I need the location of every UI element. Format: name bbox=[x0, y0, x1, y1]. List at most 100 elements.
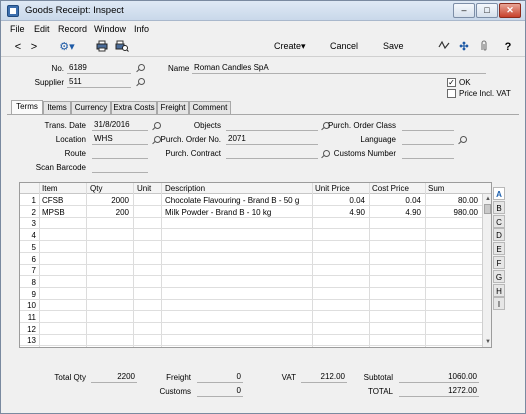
table-row[interactable]: 12 bbox=[20, 324, 491, 335]
cell-unit[interactable] bbox=[134, 265, 160, 276]
cell-cost-price[interactable] bbox=[369, 254, 423, 265]
table-row[interactable]: 13 bbox=[20, 335, 491, 347]
cell-description[interactable] bbox=[165, 300, 311, 311]
column-tab-g[interactable]: G bbox=[493, 269, 505, 283]
customs-number-field[interactable] bbox=[402, 148, 454, 159]
column-tab-c[interactable]: C bbox=[493, 214, 505, 228]
cell-qty[interactable] bbox=[86, 324, 131, 335]
grid-scrollbar[interactable]: ▲ ▼ bbox=[482, 194, 491, 347]
purch-contract-field[interactable] bbox=[226, 148, 318, 159]
cell-qty[interactable]: 2000 bbox=[86, 195, 131, 206]
menu-window[interactable]: Window bbox=[94, 24, 126, 34]
cell-unit[interactable] bbox=[134, 218, 160, 229]
language-field[interactable] bbox=[402, 134, 454, 145]
print-icon[interactable] bbox=[95, 40, 109, 54]
cell-description[interactable] bbox=[165, 218, 311, 229]
trans-date-lookup-icon[interactable] bbox=[154, 122, 161, 129]
cell-item[interactable]: CFSB bbox=[42, 195, 86, 206]
minimize-button[interactable]: – bbox=[453, 3, 475, 18]
cell-qty[interactable] bbox=[86, 230, 131, 241]
col-unit[interactable]: Unit bbox=[137, 184, 151, 193]
location-field[interactable]: WHS bbox=[92, 134, 148, 145]
cell-unit[interactable] bbox=[134, 324, 160, 335]
supplier-lookup-icon[interactable] bbox=[138, 78, 145, 85]
cell-qty[interactable] bbox=[86, 277, 131, 288]
column-tab-b[interactable]: B bbox=[493, 200, 505, 214]
col-item[interactable]: Item bbox=[42, 184, 58, 193]
cell-sum[interactable] bbox=[425, 312, 480, 323]
cell-unit-price[interactable] bbox=[312, 277, 367, 288]
table-row[interactable]: 5 bbox=[20, 242, 491, 253]
save-button[interactable]: Save bbox=[383, 41, 404, 51]
cell-unit-price[interactable] bbox=[312, 312, 367, 323]
table-row[interactable]: 6 bbox=[20, 254, 491, 265]
cell-unit[interactable] bbox=[134, 312, 160, 323]
cell-sum[interactable] bbox=[425, 265, 480, 276]
cell-unit-price[interactable]: 0.04 bbox=[312, 195, 367, 206]
scan-barcode-field[interactable] bbox=[92, 162, 148, 173]
activity-icon[interactable] bbox=[437, 40, 451, 54]
column-tab-f[interactable]: F bbox=[493, 256, 505, 269]
supplier-field[interactable]: 511 bbox=[67, 77, 131, 88]
cell-unit-price[interactable]: 4.90 bbox=[312, 207, 367, 218]
column-tab-h[interactable]: H bbox=[493, 283, 505, 297]
cell-unit-price[interactable] bbox=[312, 254, 367, 265]
cell-item[interactable] bbox=[42, 218, 86, 229]
no-lookup-icon[interactable] bbox=[138, 64, 145, 71]
table-row[interactable]: 8 bbox=[20, 277, 491, 288]
col-qty[interactable]: Qty bbox=[90, 184, 102, 193]
cell-cost-price[interactable] bbox=[369, 218, 423, 229]
column-tab-e[interactable]: E bbox=[493, 242, 505, 256]
purch-order-no-field[interactable]: 2071 bbox=[226, 134, 318, 145]
cell-qty[interactable] bbox=[86, 300, 131, 311]
cell-cost-price[interactable] bbox=[369, 277, 423, 288]
cell-qty[interactable]: 200 bbox=[86, 207, 131, 218]
cell-description[interactable] bbox=[165, 265, 311, 276]
tab-terms[interactable]: Terms bbox=[11, 100, 43, 114]
maximize-button[interactable]: □ bbox=[476, 3, 498, 18]
tab-items[interactable]: Items bbox=[43, 101, 71, 114]
column-tab-d[interactable]: D bbox=[493, 228, 505, 242]
cell-sum[interactable] bbox=[425, 300, 480, 311]
scroll-down-icon[interactable]: ▼ bbox=[484, 338, 491, 346]
ok-checkbox[interactable]: ✓ bbox=[447, 78, 456, 87]
cell-item[interactable] bbox=[42, 335, 86, 346]
tab-freight[interactable]: Freight bbox=[157, 101, 189, 114]
cell-item[interactable] bbox=[42, 300, 86, 311]
cell-cost-price[interactable] bbox=[369, 230, 423, 241]
menu-info[interactable]: Info bbox=[134, 24, 149, 34]
create-button[interactable]: Create▾ bbox=[274, 41, 306, 52]
table-row[interactable]: 3 bbox=[20, 218, 491, 230]
table-row[interactable]: 2 MPSB 200 Milk Powder - Brand B - 10 kg 4.9… bbox=[20, 207, 491, 218]
cell-cost-price[interactable] bbox=[369, 324, 423, 335]
cell-item[interactable] bbox=[42, 312, 86, 323]
cell-unit[interactable] bbox=[134, 289, 160, 300]
cell-sum[interactable]: 80.00 bbox=[425, 195, 480, 206]
cell-cost-price[interactable] bbox=[369, 289, 423, 300]
trans-date-field[interactable]: 31/8/2016 bbox=[92, 120, 148, 131]
cell-unit[interactable] bbox=[134, 254, 160, 265]
cell-unit-price[interactable] bbox=[312, 218, 367, 229]
tab-comment[interactable]: Comment bbox=[189, 101, 231, 114]
cell-description[interactable] bbox=[165, 324, 311, 335]
col-sum[interactable]: Sum bbox=[428, 184, 444, 193]
cell-item[interactable] bbox=[42, 254, 86, 265]
menu-edit[interactable]: Edit bbox=[34, 24, 50, 34]
cell-qty[interactable] bbox=[86, 218, 131, 229]
cell-sum[interactable] bbox=[425, 335, 480, 346]
cell-sum[interactable] bbox=[425, 289, 480, 300]
cell-unit-price[interactable] bbox=[312, 289, 367, 300]
cell-unit-price[interactable] bbox=[312, 300, 367, 311]
cell-qty[interactable] bbox=[86, 312, 131, 323]
cell-cost-price[interactable] bbox=[369, 312, 423, 323]
cell-item[interactable]: MPSB bbox=[42, 207, 86, 218]
table-row[interactable]: 4 bbox=[20, 230, 491, 242]
price-incl-vat-checkbox[interactable] bbox=[447, 89, 456, 98]
attachment-icon[interactable] bbox=[477, 40, 491, 54]
scroll-up-icon[interactable]: ▲ bbox=[484, 195, 491, 203]
cell-unit-price[interactable] bbox=[312, 242, 367, 253]
cell-unit[interactable] bbox=[134, 195, 160, 206]
gear-icon[interactable]: ⚙▾ bbox=[57, 40, 77, 54]
cell-unit[interactable] bbox=[134, 230, 160, 241]
cell-unit[interactable] bbox=[134, 335, 160, 346]
